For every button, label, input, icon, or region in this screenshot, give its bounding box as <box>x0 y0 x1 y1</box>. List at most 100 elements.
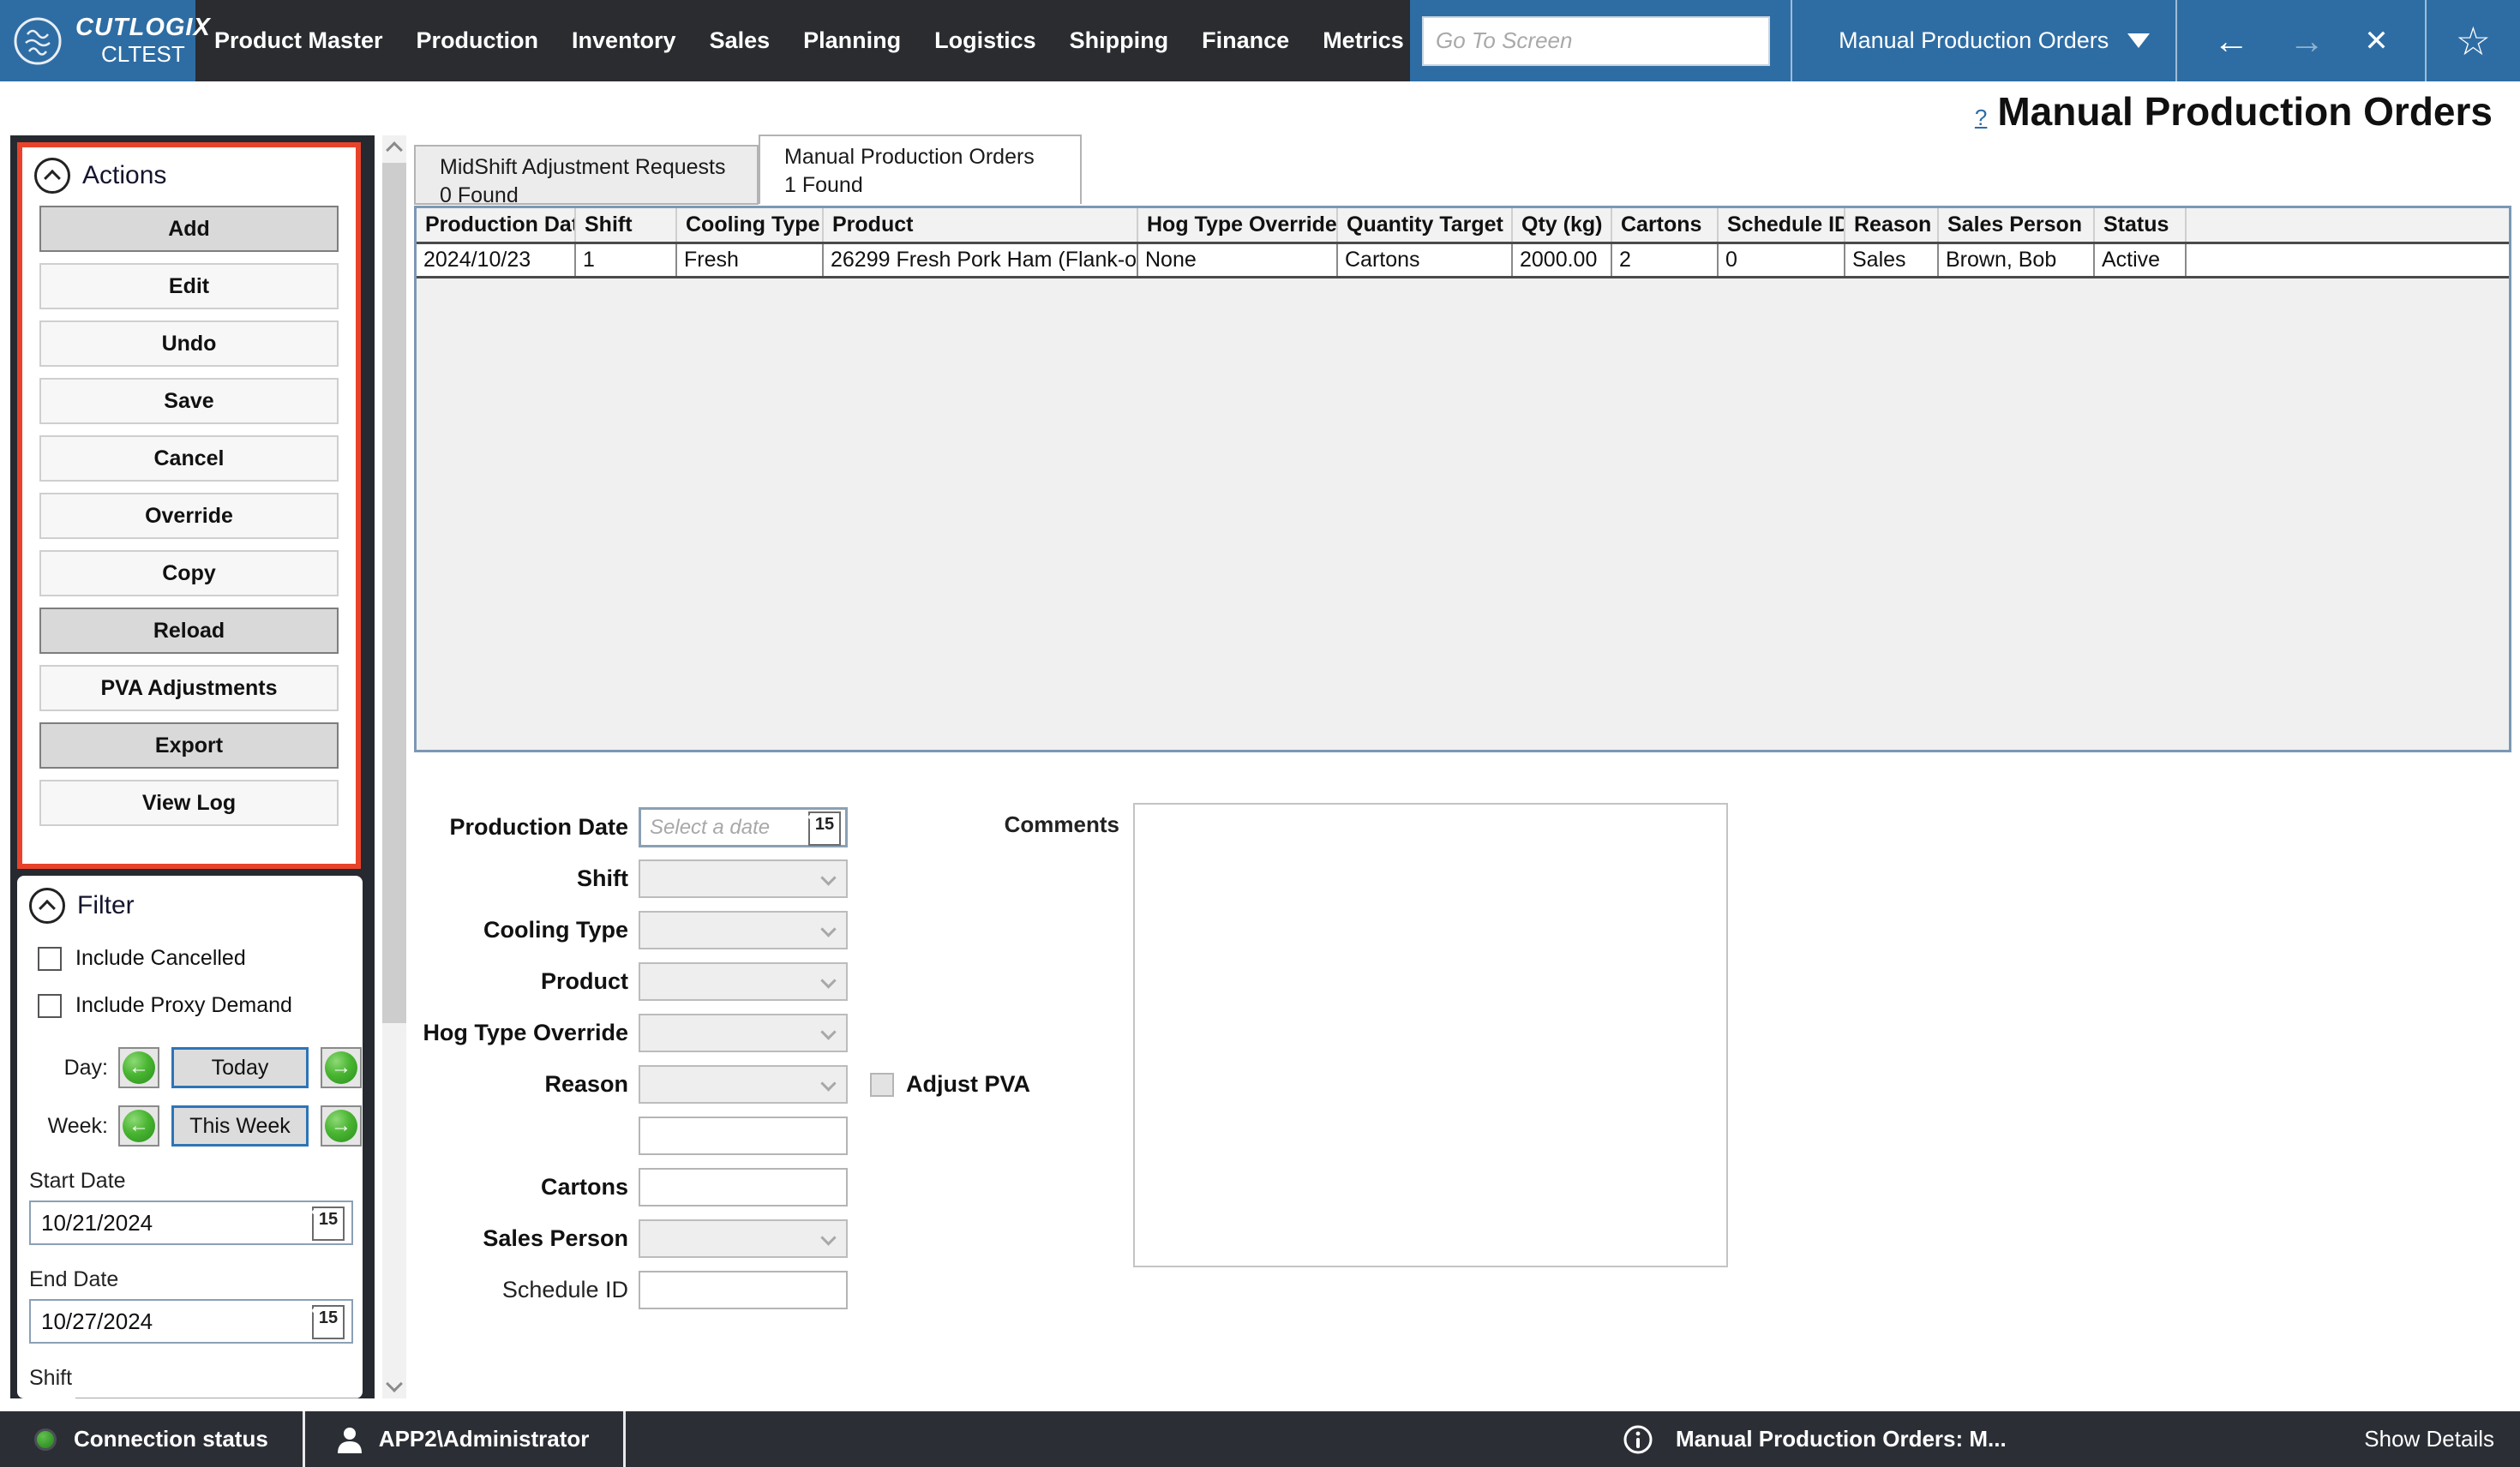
menu-metrics[interactable]: Metrics <box>1323 27 1404 54</box>
sales-person-dropdown[interactable] <box>639 1219 848 1258</box>
cell-cartons[interactable]: 2 <box>1611 243 1718 277</box>
production-date-input[interactable] <box>641 816 787 840</box>
column-header[interactable]: Sales Person <box>1938 208 2094 243</box>
cancel-button[interactable]: Cancel <box>39 435 339 482</box>
comments-textarea[interactable] <box>1133 803 1728 1267</box>
right-arrow-icon: → <box>325 1110 357 1142</box>
cell-schedule-id[interactable]: 0 <box>1718 243 1845 277</box>
cell-product[interactable]: 26299 Fresh Pork Ham (Flank-off) <box>823 243 1137 277</box>
scrollbar-thumb[interactable] <box>382 163 406 1023</box>
shift-dropdown[interactable] <box>639 859 848 898</box>
menu-finance[interactable]: Finance <box>1202 27 1289 54</box>
adjust-pva-checkbox[interactable] <box>870 1073 894 1097</box>
column-header[interactable]: Qty (kg) <box>1512 208 1611 243</box>
start-date-input[interactable] <box>31 1210 288 1236</box>
actions-panel-header[interactable]: Actions <box>22 147 356 194</box>
column-header[interactable]: Hog Type Override <box>1137 208 1337 243</box>
column-header[interactable]: Shift <box>575 208 676 243</box>
schedule-id-input[interactable] <box>639 1271 848 1309</box>
previous-day-button[interactable]: ← <box>118 1047 159 1088</box>
undo-button[interactable]: Undo <box>39 320 339 367</box>
end-date-field: 15 <box>29 1299 353 1344</box>
cell-status[interactable]: Active <box>2094 243 2186 277</box>
back-arrow-icon[interactable]: ← <box>2213 23 2249 59</box>
copy-button[interactable]: Copy <box>39 550 339 596</box>
column-header[interactable]: Reason <box>1845 208 1938 243</box>
view-log-button[interactable]: View Log <box>39 780 339 826</box>
add-button[interactable]: Add <box>39 206 339 252</box>
cell-hog-type-override[interactable]: None <box>1137 243 1337 277</box>
collapse-chevron-icon[interactable] <box>34 158 70 194</box>
cartons-input[interactable] <box>639 1168 848 1207</box>
help-link[interactable]: ? <box>1975 105 1987 131</box>
column-header[interactable]: Production Date <box>417 208 575 243</box>
reason-dropdown[interactable] <box>639 1065 848 1104</box>
production-date-field: 15 <box>639 807 848 847</box>
scroll-up-icon[interactable] <box>386 141 403 159</box>
cell-quantity-target[interactable]: Cartons <box>1337 243 1512 277</box>
cell-sales-person[interactable]: Brown, Bob <box>1938 243 2094 277</box>
cell-shift[interactable]: 1 <box>575 243 676 277</box>
tab-manual-production-orders[interactable]: Manual Production Orders 1 Found <box>759 135 1082 204</box>
left-sidebar: Actions Add Edit Undo Save Cancel Overri… <box>10 135 375 1398</box>
calendar-icon[interactable]: 15 <box>312 1305 345 1339</box>
menu-shipping[interactable]: Shipping <box>1070 27 1168 54</box>
menu-product-master[interactable]: Product Master <box>214 27 383 54</box>
table-row[interactable]: 2024/10/23 1 Fresh 26299 Fresh Pork Ham … <box>417 243 2509 277</box>
menu-sales[interactable]: Sales <box>710 27 771 54</box>
calendar-icon[interactable]: 15 <box>312 1207 345 1241</box>
product-dropdown[interactable] <box>639 962 848 1001</box>
today-button[interactable]: Today <box>171 1047 309 1088</box>
column-header[interactable]: Product <box>823 208 1137 243</box>
quantity-input[interactable] <box>639 1117 848 1155</box>
edit-button[interactable]: Edit <box>39 263 339 309</box>
menu-production[interactable]: Production <box>417 27 539 54</box>
cell-qty-kg[interactable]: 2000.00 <box>1512 243 1611 277</box>
override-button[interactable]: Override <box>39 493 339 539</box>
column-header[interactable]: Cartons <box>1611 208 1718 243</box>
column-header[interactable]: Schedule ID <box>1718 208 1845 243</box>
this-week-button[interactable]: This Week <box>171 1105 309 1147</box>
include-cancelled-checkbox[interactable] <box>38 947 62 971</box>
collapse-chevron-icon[interactable] <box>29 888 65 924</box>
reason-label: Reason <box>414 1071 639 1098</box>
menu-inventory[interactable]: Inventory <box>572 27 676 54</box>
status-message: Manual Production Orders: M... <box>1676 1426 2007 1452</box>
hog-type-override-dropdown[interactable] <box>639 1014 848 1052</box>
column-header[interactable]: Quantity Target <box>1337 208 1512 243</box>
save-button[interactable]: Save <box>39 378 339 424</box>
next-day-button[interactable]: → <box>321 1047 362 1088</box>
filter-panel-title: Filter <box>77 891 135 920</box>
calendar-icon[interactable]: 15 <box>808 811 841 846</box>
chevron-down-icon <box>820 921 836 937</box>
cooling-type-dropdown[interactable] <box>639 911 848 949</box>
reason-row: Reason Adjust PVA <box>414 1065 1030 1104</box>
filter-panel-header[interactable]: Filter <box>29 888 363 924</box>
cell-cooling-type[interactable]: Fresh <box>676 243 823 277</box>
start-date-label: Start Date <box>29 1169 363 1194</box>
cell-reason[interactable]: Sales <box>1845 243 1938 277</box>
forward-arrow-icon[interactable]: → <box>2289 23 2325 59</box>
go-to-screen-input[interactable] <box>1422 16 1770 66</box>
pva-adjustments-button[interactable]: PVA Adjustments <box>39 665 339 711</box>
sidebar-scrollbar[interactable] <box>382 135 406 1398</box>
show-details-link[interactable]: Show Details <box>2364 1426 2494 1452</box>
cutlogix-logo-icon <box>12 15 63 67</box>
tab-midshift-adjustment-requests[interactable]: MidShift Adjustment Requests 0 Found <box>414 145 759 205</box>
column-header[interactable]: Cooling Type <box>676 208 823 243</box>
next-week-button[interactable]: → <box>321 1105 362 1147</box>
favorite-star-icon[interactable]: ☆ <box>2427 21 2520 61</box>
export-button[interactable]: Export <box>39 722 339 769</box>
include-proxy-demand-checkbox[interactable] <box>38 994 62 1018</box>
cell-production-date[interactable]: 2024/10/23 <box>417 243 575 277</box>
scroll-down-icon[interactable] <box>386 1375 403 1392</box>
screen-selector-dropdown[interactable]: Manual Production Orders <box>1813 0 2175 81</box>
include-cancelled-label: Include Cancelled <box>75 946 246 971</box>
previous-week-button[interactable]: ← <box>118 1105 159 1147</box>
menu-logistics[interactable]: Logistics <box>934 27 1036 54</box>
menu-planning[interactable]: Planning <box>803 27 901 54</box>
reload-button[interactable]: Reload <box>39 608 339 654</box>
close-icon[interactable]: ✕ <box>2364 27 2389 56</box>
column-header[interactable]: Status <box>2094 208 2186 243</box>
end-date-input[interactable] <box>31 1308 288 1335</box>
